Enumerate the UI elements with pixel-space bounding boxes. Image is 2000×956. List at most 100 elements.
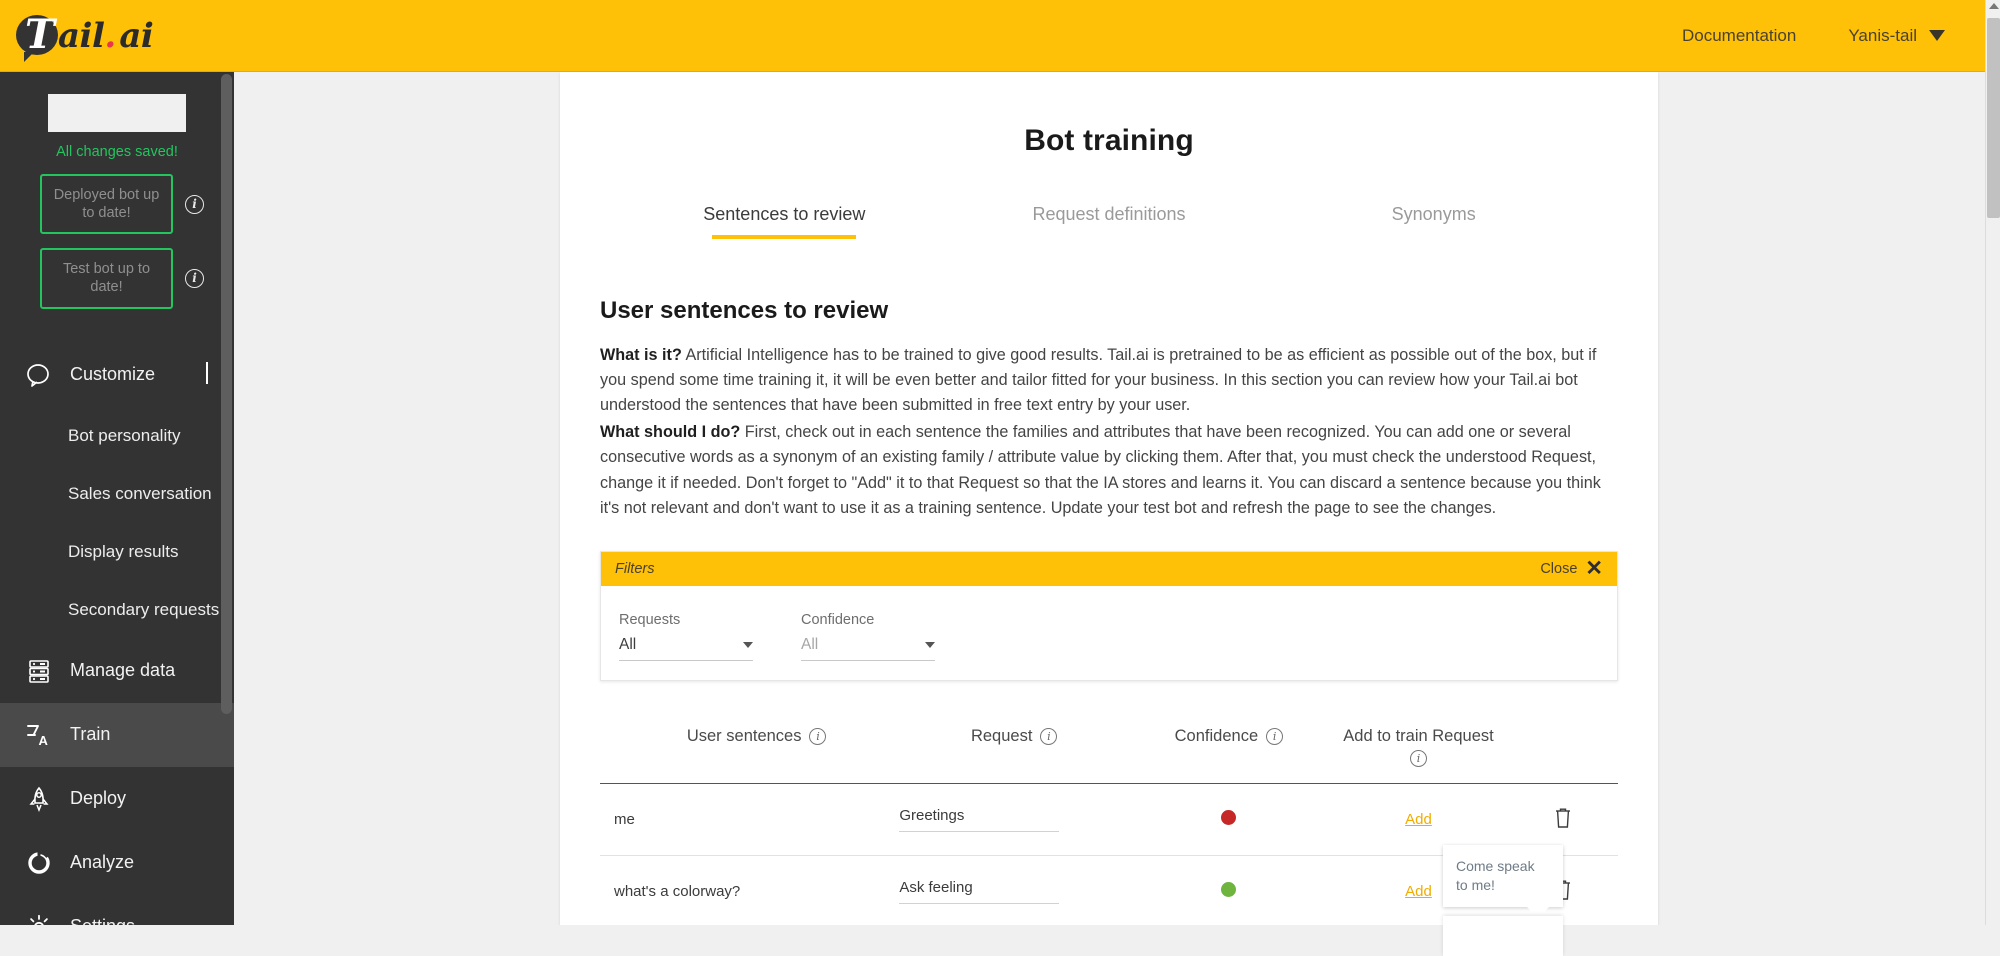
test-info-icon[interactable]: i (185, 268, 204, 288)
sidebar-item-label: Analyze (70, 852, 135, 872)
chevron-down-icon (925, 641, 935, 648)
save-status-text: All changes saved! (56, 144, 178, 160)
deployed-bot-status-button[interactable]: Deployed bot up to date! (40, 174, 173, 235)
filter-requests-label: Requests (619, 611, 681, 628)
sidebar-item-manage-data[interactable]: Manage data (0, 639, 234, 703)
close-label: Close (1540, 560, 1578, 577)
filter-requests-select[interactable]: All (619, 636, 753, 661)
chat-widget-message: Come speak to me! (1456, 858, 1535, 893)
sidebar-item-train[interactable]: A Train (0, 702, 234, 767)
sidebar-item-label: Bot personality (68, 425, 181, 445)
request-select-value: Greetings (899, 806, 965, 824)
sidebar-item-bot-personality[interactable]: Bot personality (0, 407, 234, 465)
add-button[interactable]: Add (1405, 811, 1432, 828)
content-body: User sentences to review What is it? Art… (600, 297, 1618, 925)
chat-widget-bubble[interactable]: Come speak to me! (1443, 845, 1563, 918)
column-header-label: Confidence (1174, 726, 1259, 745)
tab-request-definitions[interactable]: Request definitions (947, 204, 1272, 239)
sidebar-item-analyze[interactable]: Analyze (0, 831, 234, 895)
top-header-bar: T ail. ai Documentation Yanis-tail (0, 0, 1985, 72)
filters-panel: Filters Close ✕ Requests All Confidence … (600, 550, 1618, 681)
tab-sentences-to-review[interactable]: Sentences to review (622, 204, 947, 239)
request-info-icon[interactable]: i (1040, 727, 1058, 745)
sidebar-item-label: Settings (70, 916, 135, 925)
close-icon: ✕ (1585, 557, 1603, 581)
tab-bar: Sentences to review Request definitions … (622, 204, 1596, 239)
user-menu[interactable]: Yanis-tail (1848, 26, 1945, 46)
cell-user-sentence[interactable]: what's a colorway? (600, 855, 900, 925)
sidebar-item-label: Display results (68, 541, 179, 561)
sidebar-scrollbar[interactable] (219, 72, 234, 925)
sidebar-item-sales-conversation[interactable]: Sales conversation (0, 465, 234, 523)
user-menu-label: Yanis-tail (1848, 25, 1917, 45)
chat-bubble-icon (22, 360, 56, 390)
tab-label: Synonyms (1391, 204, 1476, 224)
donut-chart-icon (22, 848, 56, 878)
paragraph-lead: What should I do? (600, 423, 741, 442)
app-logo[interactable]: T ail. ai (16, 0, 154, 71)
svg-text:A: A (39, 733, 49, 748)
request-select[interactable]: Greetings (899, 806, 1060, 832)
database-icon (22, 656, 56, 686)
page-background: Bot training Sentences to review Request… (234, 72, 1985, 925)
tab-synonyms[interactable]: Synonyms (1271, 204, 1596, 239)
column-header-label: Request (970, 726, 1033, 745)
sidebar-item-secondary-requests[interactable]: Secondary requests (0, 581, 234, 639)
request-select[interactable]: Ask feeling (899, 879, 1060, 904)
tail-bubble-logo-icon: T (16, 10, 62, 62)
sidebar-scrollbar-thumb[interactable] (221, 74, 232, 714)
sidebar-item-display-results[interactable]: Display results (0, 523, 234, 581)
add-button[interactable]: Add (1405, 883, 1432, 900)
page-scrollbar[interactable] (1985, 0, 2000, 925)
documentation-link[interactable]: Documentation (1682, 26, 1796, 46)
section-title: User sentences to review (600, 297, 889, 324)
user-sentences-info-icon[interactable]: i (809, 727, 827, 745)
column-header-request: Request i (899, 726, 1130, 784)
close-filters-button[interactable]: Close ✕ (1540, 558, 1603, 579)
logo-letter: T (25, 10, 55, 58)
content-card: Bot training Sentences to review Request… (560, 72, 1658, 925)
chevron-down-icon (1929, 30, 1945, 41)
table-header-row: User sentences i Request i Confidence i … (600, 726, 1618, 784)
filters-body: Requests All Confidence All (601, 586, 1617, 680)
sidebar-item-label: Secondary requests (68, 599, 220, 619)
sidebar-item-label: Deploy (70, 788, 127, 808)
filter-confidence-label: Confidence (801, 611, 875, 628)
filters-header: Filters Close ✕ (601, 551, 1617, 586)
sidebar-item-customize[interactable]: Customize (0, 343, 234, 407)
page-scrollbar-thumb[interactable] (1987, 18, 2000, 218)
deployed-info-icon[interactable]: i (185, 194, 204, 214)
left-sidebar: All changes saved! Deployed bot up to da… (0, 72, 234, 925)
sidebar-item-label: Sales conversation (68, 483, 212, 503)
sidebar-item-label: Train (70, 724, 111, 744)
test-bot-status-button[interactable]: Test bot up to date! (40, 248, 173, 309)
chevron-up-icon[interactable] (206, 362, 208, 385)
column-header-confidence: Confidence i (1129, 726, 1329, 784)
trash-icon[interactable] (1553, 806, 1573, 833)
paragraph-text: First, check out in each sentence the fa… (600, 423, 1601, 517)
cell-request: Ask feeling (899, 855, 1130, 925)
sidebar-item-settings[interactable]: Settings (0, 895, 234, 925)
rocket-icon (22, 784, 56, 814)
scroll-up-arrow-icon[interactable] (1989, 3, 1999, 9)
confidence-indicator-dot (1221, 881, 1237, 897)
add-to-train-info-icon[interactable]: i (1410, 749, 1427, 767)
filter-confidence: Confidence All (801, 611, 935, 661)
filter-requests: Requests All (619, 611, 753, 661)
chat-widget-launcher[interactable] (1443, 916, 1563, 956)
paragraph-what-is-it: What is it? Artificial Intelligence has … (600, 343, 1618, 418)
column-header-delete (1508, 726, 1618, 784)
filter-requests-value: All (619, 635, 637, 653)
cell-confidence (1129, 855, 1329, 925)
paragraph-lead: What is it? (600, 346, 682, 364)
header-actions: Documentation Yanis-tail (1682, 26, 1945, 46)
paragraph-text: Artificial Intelligence has to be traine… (600, 346, 1597, 415)
bot-name-field[interactable] (48, 94, 186, 132)
page-title: Bot training (1024, 124, 1194, 157)
cell-user-sentence[interactable]: me (600, 783, 900, 856)
sidebar-item-deploy[interactable]: Deploy (0, 767, 234, 831)
cell-request: Greetings (899, 783, 1130, 856)
filter-confidence-select[interactable]: All (801, 636, 935, 661)
gear-icon (22, 912, 56, 925)
confidence-info-icon[interactable]: i (1266, 727, 1284, 745)
